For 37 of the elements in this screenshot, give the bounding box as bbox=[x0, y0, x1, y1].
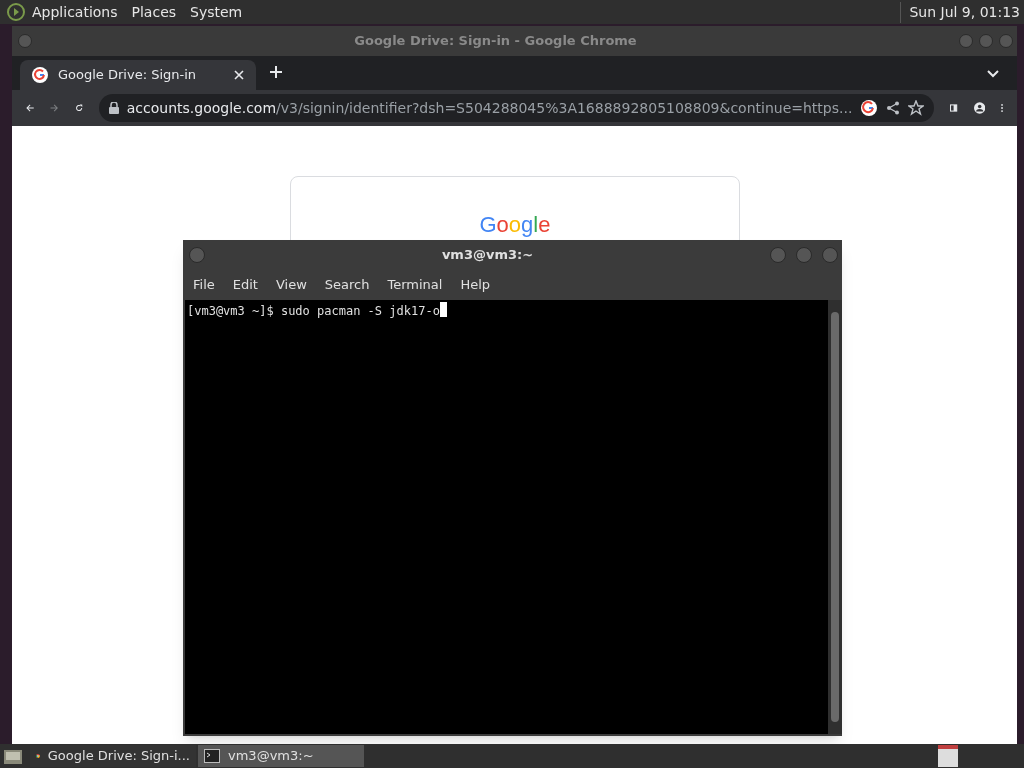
google-icon bbox=[32, 67, 48, 83]
lock-icon bbox=[108, 102, 119, 114]
menu-item[interactable]: Help bbox=[454, 275, 497, 295]
menu-item[interactable]: Edit bbox=[226, 275, 264, 295]
logo-text: Google bbox=[479, 213, 551, 237]
tab-label: Google Drive: Sign-in bbox=[58, 66, 198, 85]
side-panel-icon[interactable] bbox=[950, 101, 958, 115]
taskbar-button[interactable]: vm3@vm3:~ bbox=[198, 745, 364, 767]
scrollbar-thumb[interactable] bbox=[831, 312, 839, 722]
new-tab-icon[interactable] bbox=[270, 66, 282, 78]
url-text: accounts.google.com/v3/signin/identifier?dsh=S504288045%3A1688892805108809&continue=https... bbox=[126, 98, 853, 118]
menu-item[interactable]: File bbox=[187, 275, 221, 295]
terminal-icon bbox=[204, 749, 220, 763]
window-title: Google Drive: Sign-in - Google Chrome bbox=[353, 32, 638, 51]
share-icon[interactable] bbox=[886, 101, 901, 115]
google-icon[interactable] bbox=[860, 99, 879, 117]
panel-menu[interactable]: System bbox=[190, 1, 243, 23]
star-icon[interactable] bbox=[908, 100, 925, 116]
clock[interactable]: Sun Jul 9, 01:13 bbox=[900, 1, 1020, 23]
browser-tab[interactable]: Google Drive: Sign-in bbox=[20, 60, 256, 90]
menu-item[interactable]: View bbox=[269, 275, 313, 295]
chevron-down-icon[interactable] bbox=[987, 70, 999, 78]
menu-logo-icon[interactable] bbox=[6, 2, 26, 22]
menu-item[interactable]: Search bbox=[318, 275, 376, 295]
taskbar-button[interactable]: Google Drive: Sign-i... bbox=[30, 745, 196, 767]
workspace-switcher[interactable] bbox=[938, 745, 958, 767]
menu-item[interactable]: Terminal bbox=[381, 275, 449, 295]
desktop-icon[interactable] bbox=[4, 748, 22, 764]
panel-menu[interactable]: Places bbox=[131, 1, 177, 23]
panel-menu[interactable]: Applications bbox=[32, 1, 118, 23]
terminal-screen[interactable]: [vm3@vm3 ~]$ sudo pacman -S jdk17-o bbox=[185, 300, 828, 734]
close-icon[interactable] bbox=[234, 70, 244, 80]
address-bar[interactable]: accounts.google.com/v3/signin/identifier?dsh=S504288045%3A1688892805108809&continue=https... bbox=[98, 94, 935, 122]
terminal-line: [vm3@vm3 ~]$ sudo pacman -S jdk17-o bbox=[187, 303, 440, 320]
text-cursor bbox=[439, 302, 447, 317]
scrollbar[interactable] bbox=[828, 300, 842, 734]
window-title: vm3@vm3:~ bbox=[440, 246, 535, 265]
